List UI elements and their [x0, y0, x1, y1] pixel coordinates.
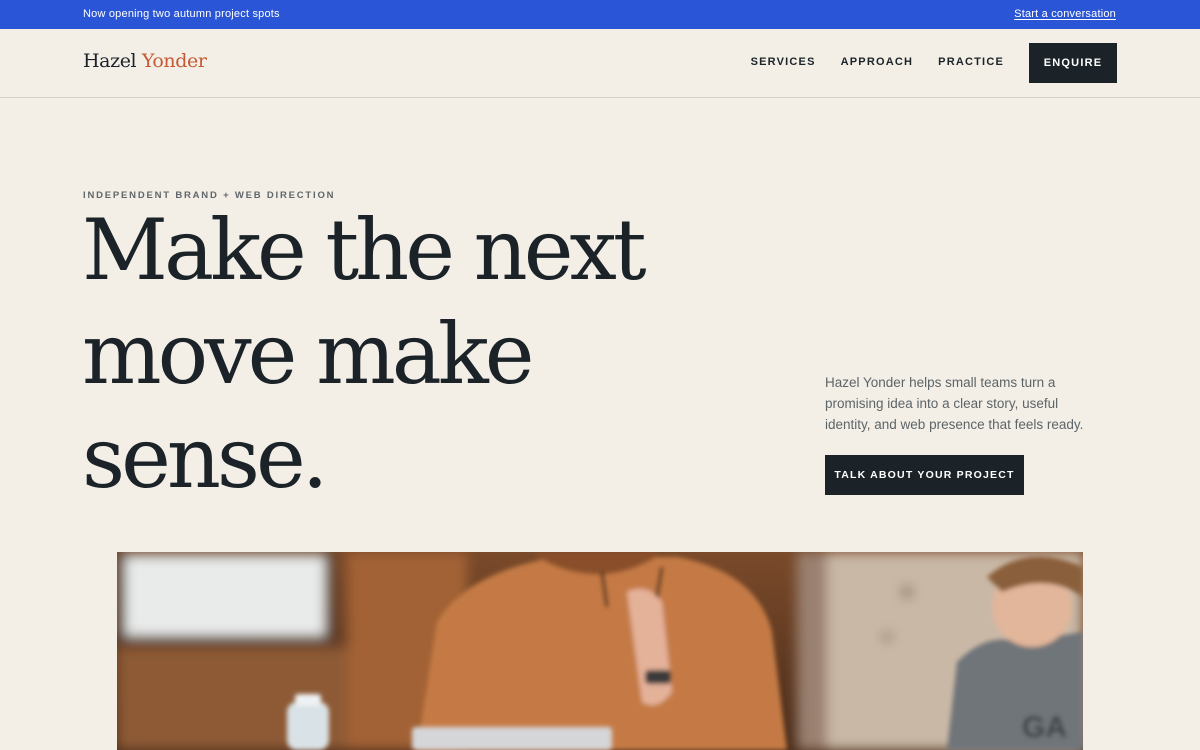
- hero-headline: Make the next move make sense.: [82, 201, 647, 507]
- svg-text:GA: GA: [1022, 711, 1067, 744]
- start-conversation-link[interactable]: Start a conversation: [1014, 8, 1116, 20]
- brand-logo[interactable]: Hazel Yonder: [83, 50, 207, 72]
- nav-item-services[interactable]: SERVICES: [751, 56, 816, 68]
- hero-photo: GA: [117, 552, 1083, 750]
- talk-about-project-button[interactable]: TALK ABOUT YOUR PROJECT: [825, 455, 1024, 495]
- brand-name-first: Hazel: [83, 50, 137, 72]
- site-header: Hazel Yonder SERVICES APPROACH PRACTICE …: [0, 29, 1200, 98]
- enquire-button[interactable]: ENQUIRE: [1029, 43, 1117, 83]
- nav-item-practice[interactable]: PRACTICE: [938, 56, 1004, 68]
- hero-intro-text: Hazel Yonder helps small teams turn a pr…: [825, 375, 1084, 432]
- hero-photo-illustration: GA: [117, 552, 1083, 750]
- main-nav: SERVICES APPROACH PRACTICE: [751, 56, 1004, 68]
- announcement-text: Now opening two autumn project spots: [83, 8, 280, 20]
- announcement-bar: Now opening two autumn project spots Sta…: [0, 0, 1200, 29]
- brand-name-second: Yonder: [141, 50, 207, 72]
- nav-item-approach[interactable]: APPROACH: [841, 56, 914, 68]
